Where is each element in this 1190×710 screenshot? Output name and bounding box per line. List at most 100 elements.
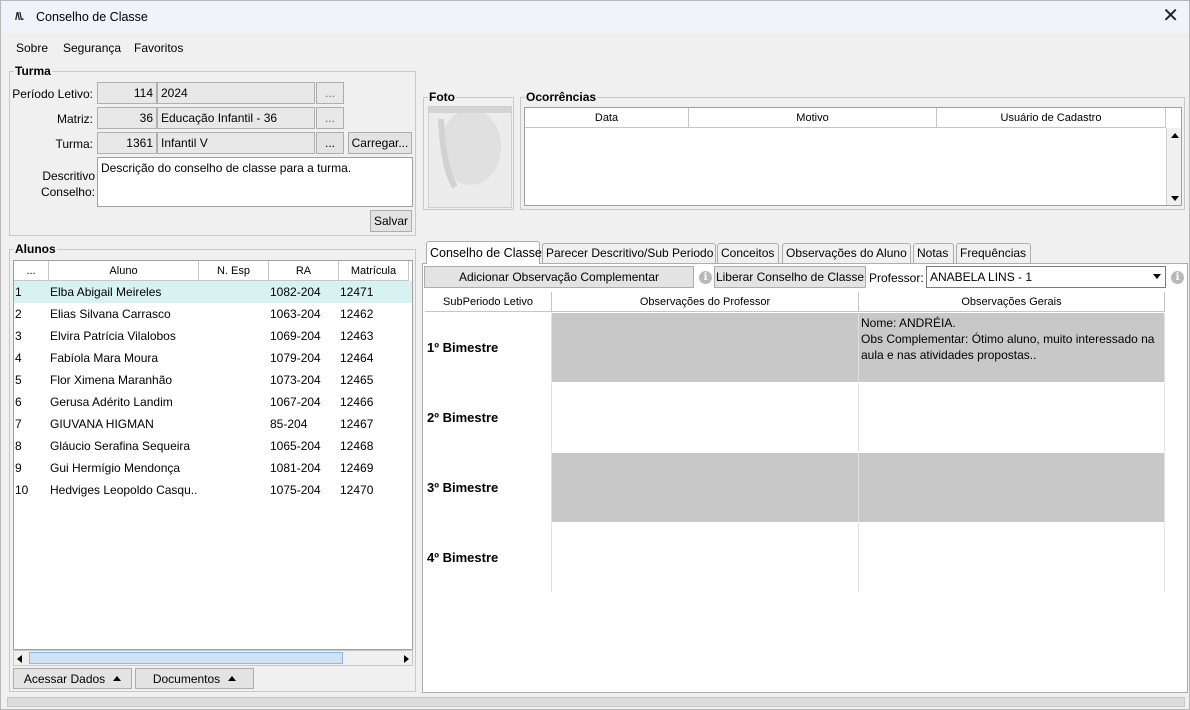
obs-gerais-cell[interactable] [859,453,1165,522]
turma-browse-button[interactable]: ... [316,132,344,154]
obs-gerais-cell[interactable] [859,523,1165,592]
conselho-table[interactable]: SubPeriodo Letivo Observações do Profess… [425,292,1165,592]
status-bar [7,697,1185,707]
obs-professor-cell[interactable] [552,453,859,522]
turma-value-field[interactable]: Infantil V [157,132,315,154]
cell-esp [199,281,268,303]
alunos-table[interactable]: ... Aluno N. Esp RA Matrícula 1 Elba Abig… [13,260,413,650]
alunos-col-aluno[interactable]: Aluno [49,261,199,281]
ocorrencias-col-motivo[interactable]: Motivo [689,108,937,128]
periodo-browse-button[interactable]: ... [316,82,344,104]
table-row[interactable]: 1 Elba Abigail Meireles 1082-204 12471 [14,281,412,303]
tab-notas[interactable]: Notas [913,243,954,263]
close-icon[interactable]: ✕ [1162,5,1179,27]
info-icon[interactable]: i [699,271,712,284]
table-row[interactable]: 2 Elias Silvana Carrasco 1063-204 12462 [14,303,412,325]
matriz-label: Matriz: [57,112,93,126]
adicionar-observacao-button[interactable]: Adicionar Observação Complementar [424,266,694,288]
cell-ra: 1075-204 [270,483,321,497]
foto-title: Foto [428,90,456,104]
salvar-button[interactable]: Salvar [370,210,412,232]
obs-gerais-cell[interactable]: Nome: ANDRÉIA. Obs Complementar: Ótimo a… [859,313,1165,382]
tab-parecer-descritivo[interactable]: Parecer Descritivo/Sub Periodo [542,243,716,263]
conselho-col-subperiodo[interactable]: SubPeriodo Letivo [425,292,552,312]
ocorrencias-table[interactable]: Data Motivo Usuário de Cadastro [524,107,1182,206]
info-icon[interactable]: i [1171,271,1184,284]
cell-mat: 12467 [340,417,374,431]
table-row[interactable]: 5 Flor Ximena Maranhão 1073-204 12465 [14,369,412,391]
obs-gerais-cell[interactable] [859,383,1165,452]
table-row[interactable]: 10 Hedviges Leopoldo Casqu... 1075-204 1247… [14,479,412,501]
app-window: /\\. Conselho de Classe ✕ Sobre Seguranç… [0,0,1190,710]
cell-overflow [410,457,412,479]
cell-ra: 1082-204 [270,285,321,299]
alunos-h-scrollbar[interactable] [13,650,413,666]
cell-n: 2 [15,307,22,321]
scroll-down-icon[interactable] [1171,196,1179,201]
tab-conceitos[interactable]: Conceitos [717,243,779,263]
table-row[interactable]: 9 Gui Hermígio Mendonça 1081-204 12469 [14,457,412,479]
menu-bar: Sobre Segurança Favoritos [1,35,1189,59]
ocorrencias-col-data[interactable]: Data [525,108,689,128]
descritivo-label: Descritivo Conselho: [11,168,95,200]
conselho-col-obs-professor[interactable]: Observações do Professor [552,292,859,312]
documentos-button[interactable]: Documentos [135,668,254,689]
cell-overflow [410,281,412,303]
carregar-button[interactable]: Carregar... [348,132,412,154]
cell-aluno: Gláucio Serafina Sequeira [50,439,191,453]
menu-favoritos[interactable]: Favoritos [134,41,183,55]
table-row[interactable]: 4 Fabíola Mara Moura 1079-204 12464 [14,347,412,369]
table-row[interactable]: 7 GIUVANA HIGMAN 85-204 12467 [14,413,412,435]
cell-mat: 12471 [340,285,374,299]
h-scroll-thumb[interactable] [29,652,343,664]
cell-n: 9 [15,461,22,475]
table-row[interactable]: 3 Elvira Patrícia Vilalobos 1069-204 12463 [14,325,412,347]
cell-aluno: Hedviges Leopoldo Casqu... [50,483,198,497]
scroll-right-icon[interactable] [404,655,409,663]
acessar-dados-label: Acessar Dados [23,672,106,686]
turma-code-field[interactable]: 1361 [97,132,157,154]
cell-overflow [410,303,412,325]
cell-overflow [410,325,412,347]
scroll-up-icon[interactable] [1171,133,1179,138]
liberar-conselho-button[interactable]: Liberar Conselho de Classe [714,266,866,288]
matriz-value-field[interactable]: Educação Infantil - 36 [157,107,315,129]
obs-professor-cell[interactable] [552,313,859,382]
periodo-code-field[interactable]: 114 [97,82,157,104]
obs-professor-cell[interactable] [552,523,859,592]
conselho-row[interactable]: 3º Bimestre [425,453,1165,523]
ocorrencias-col-usuario[interactable]: Usuário de Cadastro [937,108,1166,128]
alunos-col-esp[interactable]: N. Esp [199,261,269,281]
tab-observacoes-aluno[interactable]: Observações do Aluno [782,243,911,263]
descritivo-label-line2: Conselho: [40,185,95,199]
alunos-col-ra[interactable]: RA [269,261,339,281]
periodo-value-field[interactable]: 2024 [157,82,315,104]
matriz-browse-button[interactable]: ... [316,107,344,129]
scroll-left-icon[interactable] [17,655,22,663]
table-row[interactable]: 6 Gerusa Adérito Landim 1067-204 12466 [14,391,412,413]
cell-ra: 1079-204 [270,351,321,365]
menu-seguranca[interactable]: Segurança [63,41,121,55]
ocorrencias-scrollbar[interactable] [1166,128,1181,205]
subperiodo-cell: 2º Bimestre [425,383,552,452]
alunos-col-num[interactable]: ... [14,261,49,281]
tab-frequencias[interactable]: Frequências [956,243,1031,263]
alunos-col-matricula[interactable]: Matrícula [339,261,409,281]
descritivo-textarea[interactable]: Descrição do conselho de classe para a t… [97,157,413,207]
cell-mat: 12468 [340,439,374,453]
menu-sobre[interactable]: Sobre [16,41,48,55]
subperiodo-cell: 3º Bimestre [425,453,552,522]
obs-professor-cell[interactable] [552,383,859,452]
turma-label: Turma: [55,137,93,151]
table-row[interactable]: 8 Gláucio Serafina Sequeira 1065-204 12468 [14,435,412,457]
conselho-row[interactable]: 2º Bimestre [425,383,1165,453]
acessar-dados-button[interactable]: Acessar Dados [13,668,132,689]
conselho-col-obs-gerais[interactable]: Observações Gerais [859,292,1165,312]
conselho-row[interactable]: 1º Bimestre Nome: ANDRÉIA. Obs Complement… [425,313,1165,383]
cell-aluno: Gerusa Adérito Landim [50,395,173,409]
conselho-row[interactable]: 4º Bimestre [425,523,1165,593]
cell-mat: 12466 [340,395,374,409]
professor-select[interactable]: ANABELA LINS - 1 [926,266,1166,288]
matriz-code-field[interactable]: 36 [97,107,157,129]
tab-conselho-classe[interactable]: Conselho de Classe [426,241,542,264]
